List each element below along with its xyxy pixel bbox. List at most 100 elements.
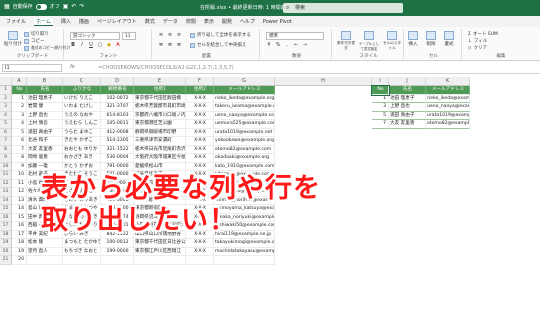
table-header-cell[interactable]: 郵便番号 (101, 86, 134, 95)
table-cell[interactable]: 京都府八幡市川口堀ノ内 (134, 111, 186, 120)
table-cell[interactable]: X-X-X (186, 94, 214, 103)
table-format-button[interactable]: テーブルとして書式設定 (358, 31, 380, 51)
table-cell[interactable]: 北谷 和子 (27, 137, 63, 146)
row-header[interactable]: 3 (0, 103, 12, 112)
align-left-icon[interactable]: ≣ (158, 42, 164, 48)
clear-button[interactable]: ◇ クリア (468, 45, 487, 52)
table-cell[interactable]: X-X-X (186, 103, 214, 112)
table-cell[interactable]: X-X-X (186, 154, 214, 163)
row-header[interactable]: 8 (0, 145, 12, 154)
selected-cell-outline[interactable] (371, 85, 390, 96)
tab-2[interactable]: 挿入 (61, 18, 71, 25)
table-cell[interactable]: 614-8103 (101, 111, 134, 120)
table-cell[interactable]: 浦田 真由子 (27, 128, 63, 137)
tab-5[interactable]: 数式 (145, 18, 155, 25)
align-right-icon[interactable]: ≣ (176, 42, 182, 48)
table-cell[interactable]: X-X-X (186, 111, 214, 120)
result-cell[interactable]: 上野 直也 (389, 103, 426, 112)
column-header-a[interactable]: A (12, 77, 27, 86)
result-cell[interactable]: 3 (372, 103, 389, 112)
underline-button[interactable]: U (88, 42, 94, 48)
row-header[interactable]: 15 (0, 205, 12, 214)
table-cell[interactable] (63, 256, 101, 265)
table-cell[interactable]: うえむら しんご (63, 120, 101, 129)
row-header[interactable]: 14 (0, 196, 12, 205)
table-header-cell[interactable]: メールアドレス (214, 86, 275, 95)
table-cell[interactable]: 東京都千代田区日比谷公園 (134, 239, 186, 248)
conditional-format-button[interactable]: 条件付き書式 (336, 31, 356, 51)
table-cell[interactable]: 上野 直也 (27, 111, 63, 120)
table-cell[interactable]: 1 (12, 94, 27, 103)
table-cell[interactable]: 岩間 健 (27, 103, 63, 112)
table-cell[interactable]: 321-1522 (101, 145, 134, 154)
row-header[interactable]: 12 (0, 179, 12, 188)
bold-button[interactable]: B (70, 42, 76, 48)
column-header-k[interactable]: K (426, 77, 470, 86)
table-cell[interactable]: 栃木県芳賀郡市貝町市塙 (134, 103, 186, 112)
row-header[interactable]: 11 (0, 171, 12, 180)
table-cell[interactable]: いけだ りえこ (63, 94, 101, 103)
result-cell[interactable]: rieko_ikeda@example.org (426, 94, 470, 103)
result-cell[interactable]: urata1019@example.net (426, 111, 470, 120)
table-cell[interactable]: 5 (12, 128, 27, 137)
decrease-decimal-icon[interactable]: → (302, 42, 308, 48)
font-size-select[interactable]: 11 (122, 32, 136, 40)
table-cell[interactable]: 102-0072 (101, 94, 134, 103)
fx-icon[interactable]: fx (70, 64, 75, 70)
row-header[interactable]: 16 (0, 213, 12, 222)
table-cell[interactable]: okadaaki@example.org (214, 154, 275, 163)
merge-center-button[interactable]: セルを結合して中央揃え (190, 42, 246, 48)
column-header-f[interactable]: F (186, 77, 214, 86)
table-cell[interactable]: 9 (12, 162, 27, 171)
result-cell[interactable]: 5 (372, 111, 389, 120)
row-header[interactable]: 2 (0, 94, 12, 103)
paste-button[interactable]: 貼り付け (4, 31, 22, 47)
table-cell[interactable]: おかざき あき (63, 154, 101, 163)
table-cell[interactable]: 大阪府大阪市城東区今福西 (134, 154, 186, 163)
row-header[interactable]: 17 (0, 222, 12, 231)
increase-decimal-icon[interactable]: ← (293, 42, 299, 48)
table-cell[interactable]: 15 (12, 213, 27, 222)
table-cell[interactable]: takayukimogi@example.org (214, 239, 275, 248)
copy-button[interactable]: コピー (24, 38, 45, 44)
table-cell[interactable] (186, 256, 214, 265)
table-cell[interactable]: 2 (12, 103, 27, 112)
table-cell[interactable]: きたや かずこ (63, 137, 101, 146)
table-cell[interactable]: 14 (12, 205, 27, 214)
table-cell[interactable]: yokookawa@example.org (214, 137, 275, 146)
row-header[interactable]: 6 (0, 128, 12, 137)
table-cell[interactable] (101, 256, 134, 265)
column-header-i[interactable]: I (372, 77, 389, 86)
delete-button[interactable]: 削除 (426, 31, 436, 47)
table-cell[interactable]: 16 (12, 222, 27, 231)
table-cell[interactable]: 199-0000 (101, 247, 134, 256)
tab-9[interactable]: 開発 (222, 18, 232, 25)
fill-button[interactable]: ↓ フィル (468, 38, 487, 45)
undo-icon[interactable]: ↶ (71, 3, 76, 10)
table-cell[interactable]: おおとも ゆりか (63, 145, 101, 154)
table-cell[interactable]: 11 (12, 179, 27, 188)
fill-color-icon[interactable]: ◆ (106, 42, 112, 48)
table-cell[interactable]: うえの なおや (63, 111, 101, 120)
redo-icon[interactable]: ↷ (79, 3, 84, 10)
table-cell[interactable]: X-X-X (186, 247, 214, 256)
row-header[interactable]: 13 (0, 188, 12, 197)
wrap-text-button[interactable]: 折り返して全体を表示する (190, 32, 251, 38)
tab-0[interactable]: ファイル (6, 18, 26, 25)
table-cell[interactable]: 100-0012 (101, 239, 134, 248)
result-cell[interactable]: 1 (372, 94, 389, 103)
table-cell[interactable]: 321-3707 (101, 103, 134, 112)
table-cell[interactable]: takeru_iwama@example.co.jp (214, 103, 275, 112)
table-cell[interactable]: mochidatakayasu@example.com (214, 247, 275, 256)
tab-7[interactable]: 校閲 (186, 18, 196, 25)
column-header-c[interactable]: C (63, 77, 101, 86)
table-header-cell[interactable]: 住所2 (186, 86, 214, 95)
table-cell[interactable] (214, 256, 275, 265)
format-button[interactable]: 書式 (444, 31, 454, 47)
table-cell[interactable]: rieko_ikeda@example.org (214, 94, 275, 103)
table-cell[interactable]: 536-0004 (101, 154, 134, 163)
cut-button[interactable]: 切り取り (24, 31, 49, 37)
table-cell[interactable]: 東京都江戸川区西瑞江 (134, 247, 186, 256)
result-cell[interactable]: otomo82@example.com (426, 120, 470, 129)
table-cell[interactable]: 池田 理恵子 (27, 94, 63, 103)
